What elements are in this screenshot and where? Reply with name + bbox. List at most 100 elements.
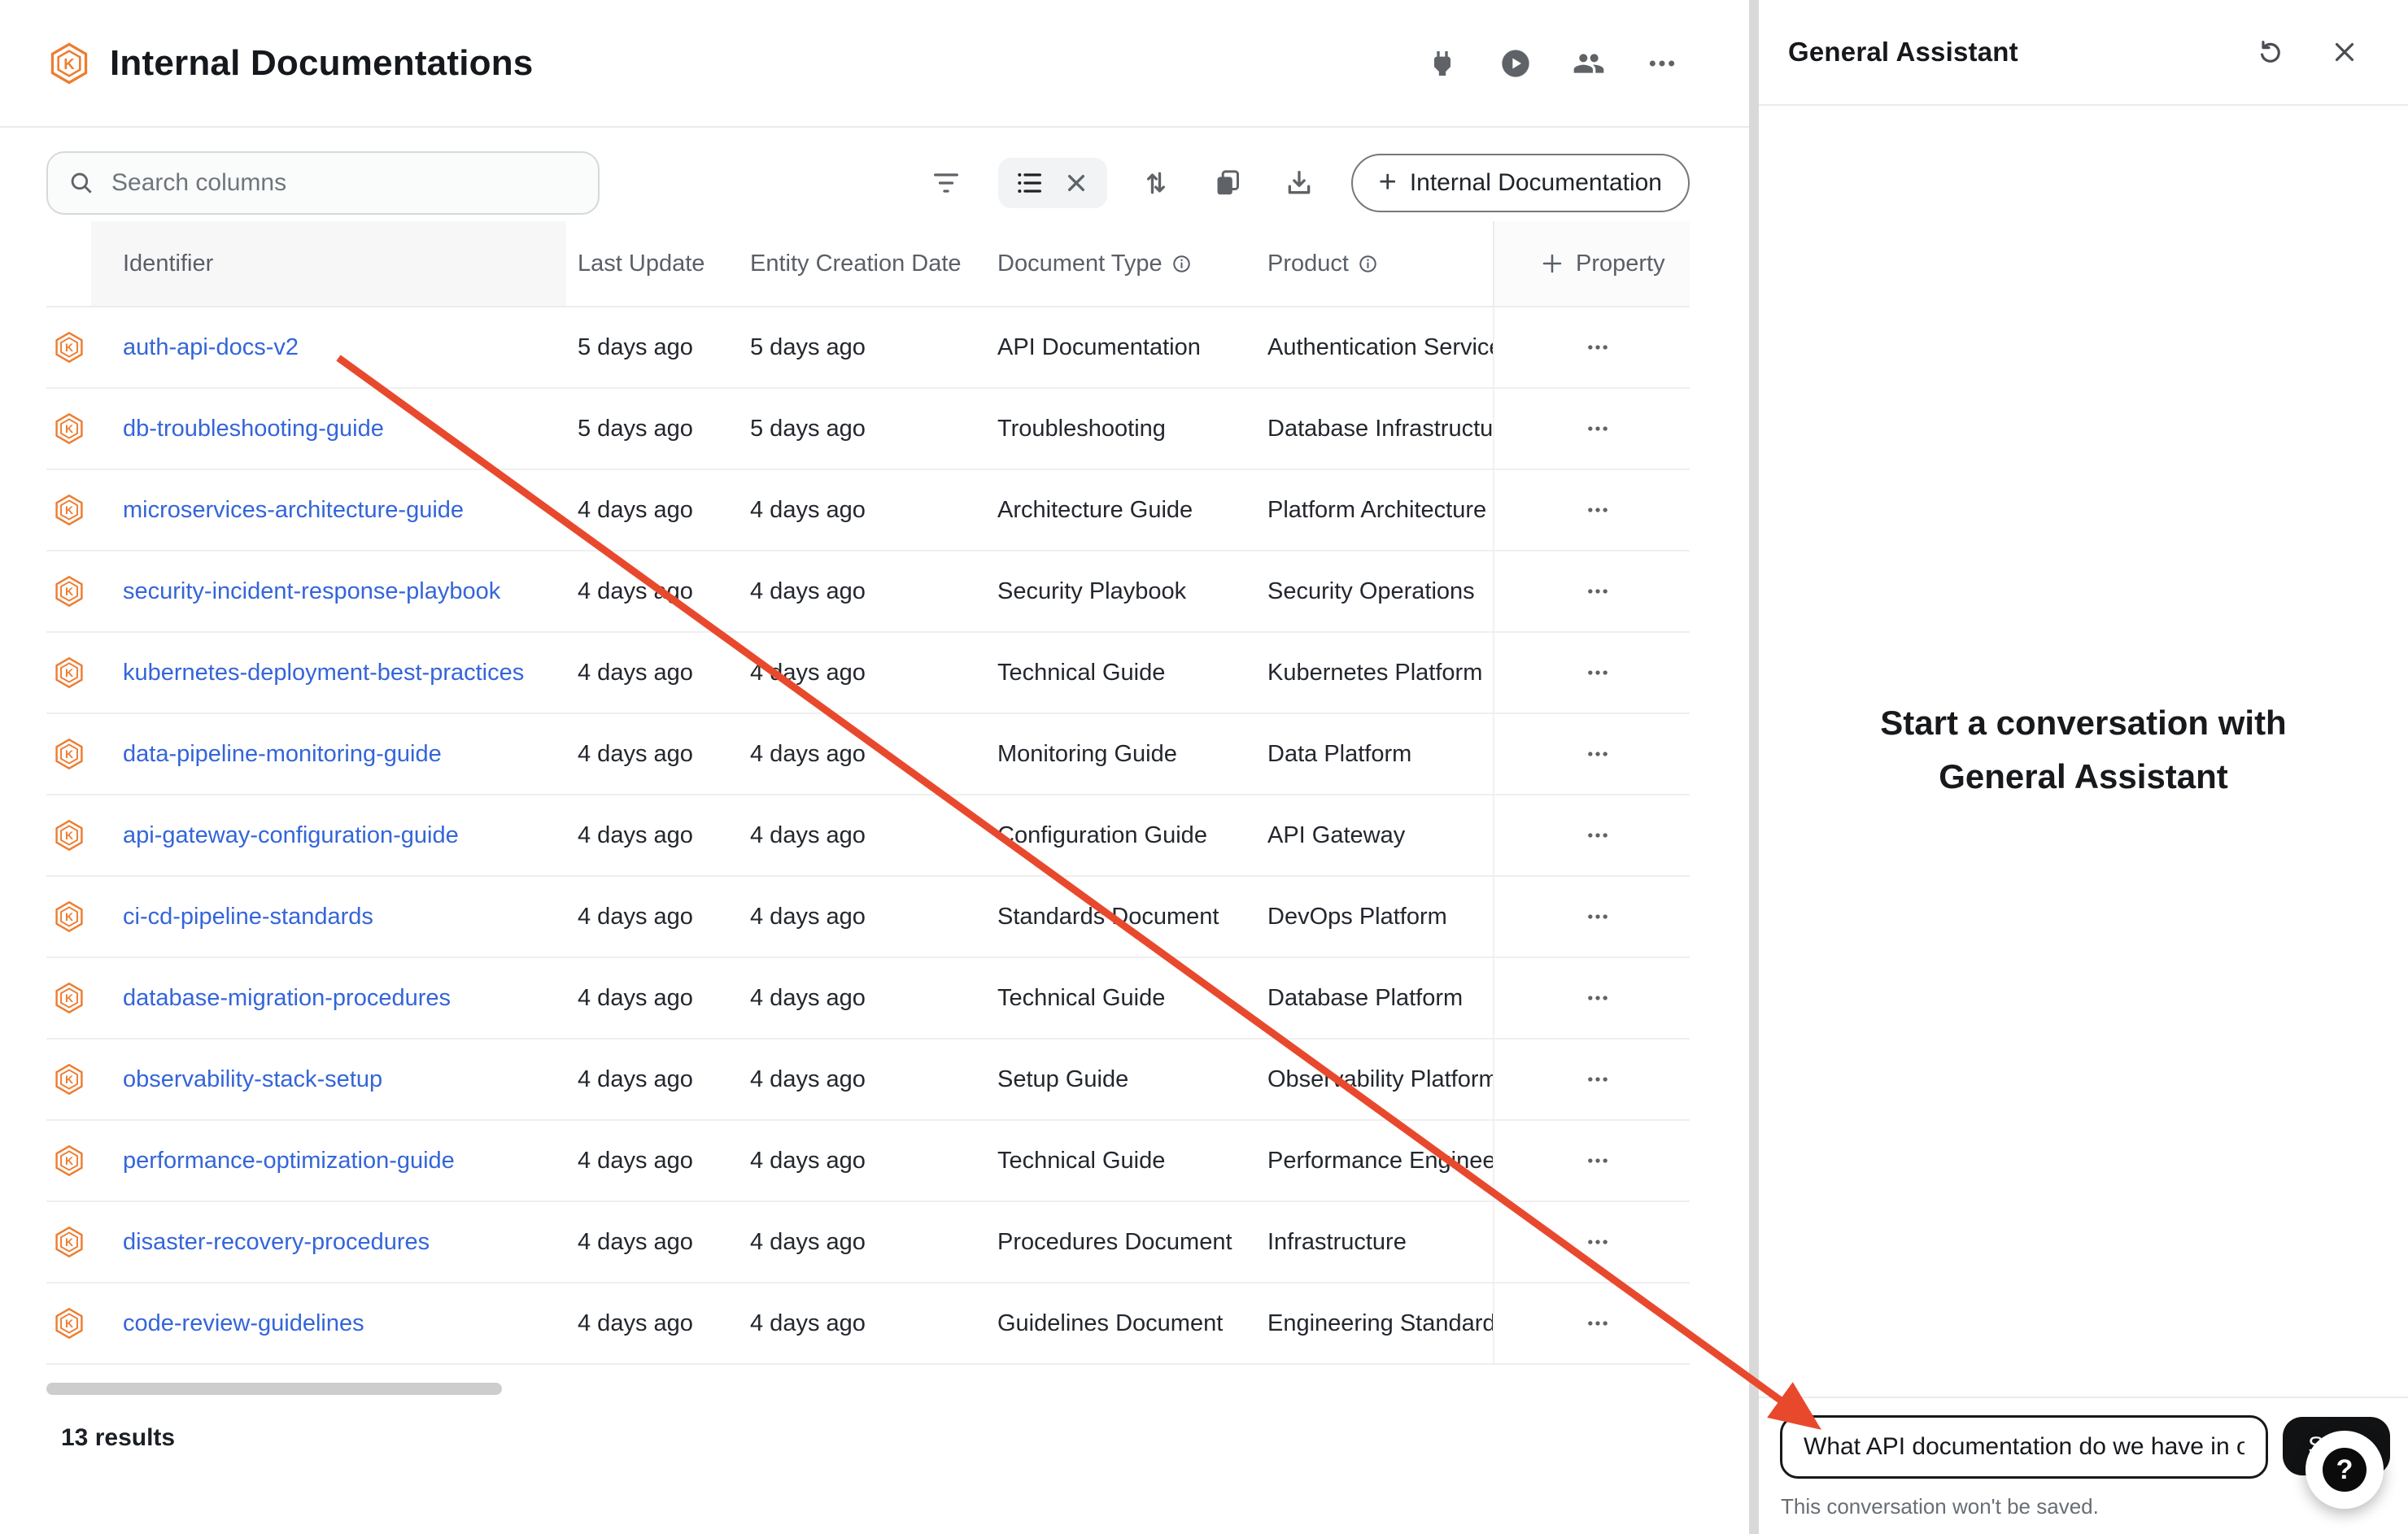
more-icon bbox=[1581, 331, 1614, 364]
entity-creation-date-cell: 4 days ago bbox=[739, 877, 986, 957]
column-header-identifier[interactable]: Identifier bbox=[91, 221, 566, 306]
row-more-button[interactable] bbox=[1569, 1301, 1626, 1346]
search-input[interactable] bbox=[111, 169, 578, 197]
entity-creation-date-cell: 4 days ago bbox=[739, 551, 986, 631]
table-row: K performance-optimization-guide 4 days … bbox=[46, 1121, 1690, 1202]
document-type-cell: Troubleshooting bbox=[986, 389, 1256, 468]
help-button[interactable]: ? bbox=[2305, 1431, 2384, 1509]
row-more-button[interactable] bbox=[1569, 975, 1626, 1021]
last-update-cell: 5 days ago bbox=[566, 389, 739, 468]
entity-creation-date-cell: 5 days ago bbox=[739, 307, 986, 387]
close-panel-icon[interactable] bbox=[2327, 34, 2362, 70]
row-more-button[interactable] bbox=[1569, 650, 1626, 695]
sort-icon[interactable] bbox=[1136, 163, 1176, 203]
column-header-product[interactable]: Product bbox=[1256, 221, 1493, 306]
entity-creation-date-cell: 5 days ago bbox=[739, 389, 986, 468]
svg-text:K: K bbox=[64, 910, 72, 923]
table-row: K auth-api-docs-v2 5 days ago 5 days ago… bbox=[46, 307, 1690, 389]
more-icon bbox=[1581, 412, 1614, 445]
duplicate-icon[interactable] bbox=[1208, 163, 1247, 203]
row-more-button[interactable] bbox=[1569, 1057, 1626, 1102]
last-update-cell: 4 days ago bbox=[566, 470, 739, 550]
svg-text:K: K bbox=[64, 991, 72, 1005]
last-update-cell: 4 days ago bbox=[566, 795, 739, 875]
column-header-last-update[interactable]: Last Update bbox=[566, 221, 739, 306]
last-update-cell: 4 days ago bbox=[566, 633, 739, 713]
row-more-button[interactable] bbox=[1569, 1219, 1626, 1265]
column-header-entity-creation-date[interactable]: Entity Creation Date bbox=[739, 221, 986, 306]
clear-view-icon[interactable] bbox=[1057, 163, 1096, 203]
row-more-button[interactable] bbox=[1569, 894, 1626, 939]
identifier-link[interactable]: database-migration-procedures bbox=[123, 985, 451, 1012]
toolbar: + Internal Documentation bbox=[0, 151, 1749, 215]
product-cell: Infrastructure bbox=[1256, 1202, 1493, 1282]
entity-creation-date-cell: 4 days ago bbox=[739, 1283, 986, 1363]
row-entity-icon: K bbox=[52, 1225, 86, 1259]
list-view-icon[interactable] bbox=[1010, 163, 1049, 203]
more-icon bbox=[1581, 982, 1614, 1014]
assistant-title: General Assistant bbox=[1788, 37, 2018, 68]
row-more-button[interactable] bbox=[1569, 406, 1626, 451]
horizontal-scrollbar[interactable] bbox=[46, 1383, 502, 1395]
panel-resize-handle[interactable] bbox=[1749, 0, 1759, 1534]
document-type-cell: Technical Guide bbox=[986, 633, 1256, 713]
svg-text:K: K bbox=[63, 54, 75, 72]
download-icon[interactable] bbox=[1280, 163, 1319, 203]
toolbar-actions: + Internal Documentation bbox=[927, 154, 1690, 212]
identifier-link[interactable]: microservices-architecture-guide bbox=[123, 497, 464, 524]
info-icon bbox=[1357, 253, 1379, 275]
document-type-cell: Guidelines Document bbox=[986, 1283, 1256, 1363]
entity-creation-date-cell: 4 days ago bbox=[739, 633, 986, 713]
identifier-link[interactable]: security-incident-response-playbook bbox=[123, 578, 500, 605]
play-icon[interactable] bbox=[1498, 46, 1533, 81]
plug-icon[interactable] bbox=[1424, 46, 1460, 81]
identifier-link[interactable]: auth-api-docs-v2 bbox=[123, 334, 299, 361]
row-entity-icon: K bbox=[52, 412, 86, 446]
more-icon bbox=[1581, 900, 1614, 933]
row-more-button[interactable] bbox=[1569, 813, 1626, 858]
identifier-link[interactable]: api-gateway-configuration-guide bbox=[123, 822, 459, 849]
filter-icon[interactable] bbox=[927, 163, 966, 203]
more-icon bbox=[1581, 575, 1614, 608]
row-more-button[interactable] bbox=[1569, 1138, 1626, 1183]
identifier-link[interactable]: observability-stack-setup bbox=[123, 1066, 382, 1093]
people-icon[interactable] bbox=[1571, 46, 1607, 81]
table-row: K microservices-architecture-guide 4 day… bbox=[46, 470, 1690, 551]
identifier-link[interactable]: data-pipeline-monitoring-guide bbox=[123, 741, 442, 768]
more-icon bbox=[1581, 819, 1614, 852]
more-icon[interactable] bbox=[1644, 46, 1680, 81]
assistant-message-input[interactable] bbox=[1780, 1415, 2268, 1479]
add-internal-documentation-button[interactable]: + Internal Documentation bbox=[1351, 154, 1690, 212]
identifier-link[interactable]: ci-cd-pipeline-standards bbox=[123, 904, 373, 930]
svg-text:K: K bbox=[64, 585, 72, 598]
search-box[interactable] bbox=[46, 151, 600, 215]
entity-creation-date-cell: 4 days ago bbox=[739, 1202, 986, 1282]
row-more-button[interactable] bbox=[1569, 325, 1626, 370]
identifier-link[interactable]: disaster-recovery-procedures bbox=[123, 1229, 430, 1256]
document-type-cell: Technical Guide bbox=[986, 1121, 1256, 1201]
table-row: K db-troubleshooting-guide 5 days ago 5 … bbox=[46, 389, 1690, 470]
column-header-document-type[interactable]: Document Type bbox=[986, 221, 1256, 306]
identifier-link[interactable]: db-troubleshooting-guide bbox=[123, 416, 384, 442]
add-property-button[interactable]: Property bbox=[1493, 221, 1690, 306]
identifier-link[interactable]: kubernetes-deployment-best-practices bbox=[123, 660, 524, 686]
identifier-link[interactable]: performance-optimization-guide bbox=[123, 1148, 455, 1174]
row-more-button[interactable] bbox=[1569, 487, 1626, 533]
document-type-cell: Configuration Guide bbox=[986, 795, 1256, 875]
reset-conversation-icon[interactable] bbox=[2250, 34, 2286, 70]
product-cell: API Gateway bbox=[1256, 795, 1493, 875]
row-more-button[interactable] bbox=[1569, 569, 1626, 614]
assistant-empty-state: Start a conversation with General Assist… bbox=[1759, 696, 2408, 804]
document-type-cell: Technical Guide bbox=[986, 958, 1256, 1038]
document-type-cell: Monitoring Guide bbox=[986, 714, 1256, 794]
svg-text:K: K bbox=[64, 422, 72, 435]
table-row: K security-incident-response-playbook 4 … bbox=[46, 551, 1690, 633]
document-type-cell: Standards Document bbox=[986, 877, 1256, 957]
svg-text:K: K bbox=[64, 1317, 72, 1330]
entity-creation-date-cell: 4 days ago bbox=[739, 714, 986, 794]
row-more-button[interactable] bbox=[1569, 731, 1626, 777]
main-content: K Internal Documentations bbox=[0, 0, 1749, 1534]
table-body: K auth-api-docs-v2 5 days ago 5 days ago… bbox=[46, 307, 1690, 1365]
product-cell: DevOps Platform bbox=[1256, 877, 1493, 957]
identifier-link[interactable]: code-review-guidelines bbox=[123, 1310, 364, 1337]
